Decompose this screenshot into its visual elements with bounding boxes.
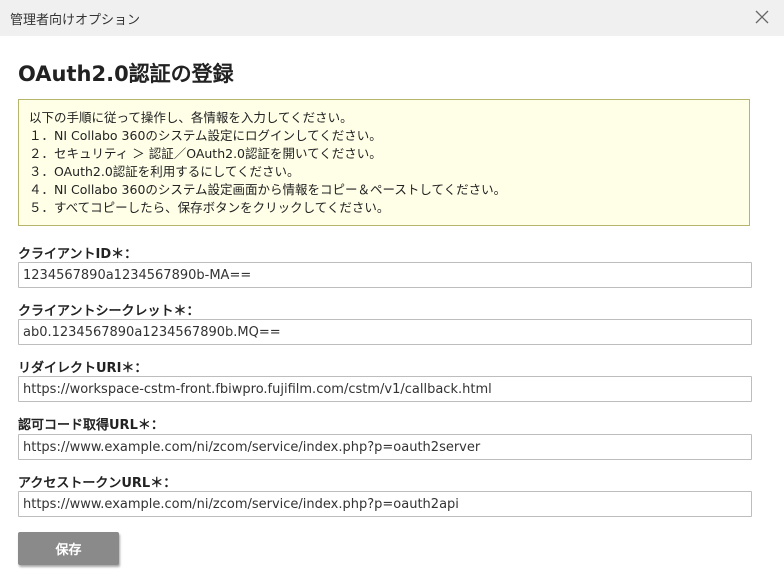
redirect-uri-label: リダイレクトURI＊： xyxy=(18,361,148,376)
close-icon xyxy=(755,10,769,24)
instruction-line: ２．セキュリティ ＞ 認証／OAuth2.0認証を開いてください。 xyxy=(29,146,382,161)
access-token-url-label: アクセストークンURL＊： xyxy=(18,476,177,491)
page-title: OAuth2.0認証の登録 xyxy=(18,62,234,86)
client-secret-input[interactable] xyxy=(18,319,752,345)
instruction-line: ４．NI Collabo 360のシステム設定画面から情報をコピー＆ペーストして… xyxy=(29,182,507,197)
instruction-line: ５．すべてコピーしたら、保存ボタンをクリックしてください。 xyxy=(29,200,390,215)
instruction-line: １．NI Collabo 360のシステム設定にログインしてください。 xyxy=(29,128,382,143)
close-button[interactable] xyxy=(752,7,772,27)
instruction-line: ３．OAuth2.0認証を利用するにしてください。 xyxy=(29,164,300,179)
client-secret-label: クライアントシークレット＊： xyxy=(18,304,200,319)
auth-code-url-label: 認可コード取得URL＊： xyxy=(18,418,164,433)
client-id-input[interactable] xyxy=(18,262,752,288)
redirect-uri-input[interactable] xyxy=(18,376,752,402)
instructions-box: 以下の手順に従って操作し、各情報を入力してください。 １．NI Collabo … xyxy=(18,99,750,226)
auth-code-url-input[interactable] xyxy=(18,434,752,460)
access-token-url-input[interactable] xyxy=(18,491,752,517)
dialog-title: 管理者向けオプション xyxy=(10,13,141,28)
instruction-line: 以下の手順に従って操作し、各情報を入力してください。 xyxy=(29,110,353,125)
dialog-titlebar: 管理者向けオプション xyxy=(0,0,784,36)
client-id-label: クライアントID＊： xyxy=(18,247,138,262)
save-button[interactable]: 保存 xyxy=(18,532,119,565)
